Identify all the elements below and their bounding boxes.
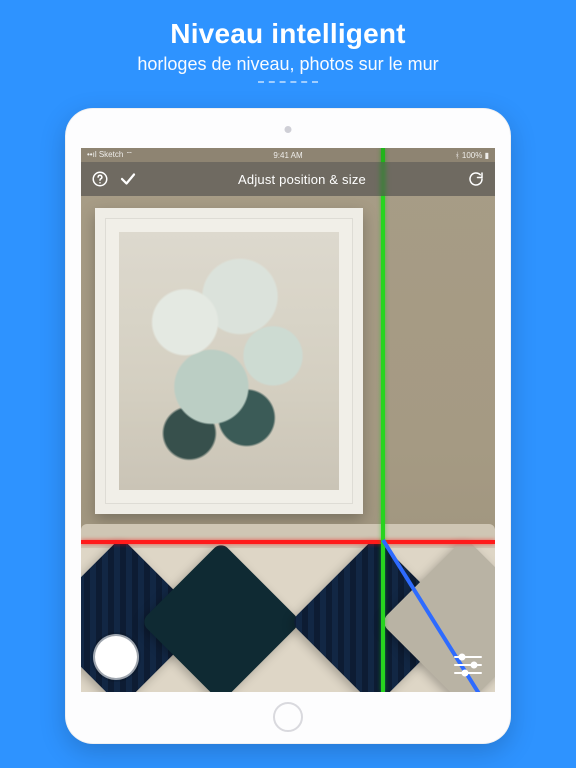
signal-icon: ••ıl — [87, 150, 97, 159]
promo-subtitle: horloges de niveau, photos sur le mur — [0, 54, 576, 75]
device-camera-dot — [285, 126, 292, 133]
sliders-icon[interactable] — [453, 652, 483, 678]
ipad-frame: ••ıl Sketch ⌔ 9:41 AM ᚼ 100% ▮ — [65, 108, 511, 744]
app-screen: ••ıl Sketch ⌔ 9:41 AM ᚼ 100% ▮ — [81, 148, 495, 692]
promo-title: Niveau intelligent — [0, 18, 576, 50]
battery-text: 100% — [462, 151, 482, 160]
clock: 9:41 AM — [273, 151, 302, 160]
camera-scene[interactable] — [81, 148, 495, 692]
status-right: ᚼ 100% ▮ — [455, 151, 489, 160]
app-bar: Adjust position & size — [81, 162, 495, 196]
help-icon[interactable] — [91, 170, 109, 188]
shutter-button[interactable] — [95, 636, 137, 678]
home-button[interactable] — [273, 702, 303, 732]
appbar-title: Adjust position & size — [238, 172, 366, 187]
decorative-dashes — [258, 81, 318, 91]
level-line-horizontal — [81, 540, 495, 544]
bluetooth-icon: ᚼ — [455, 151, 460, 160]
wifi-icon: ⌔ — [126, 150, 134, 160]
painting-art — [119, 232, 339, 490]
headline: Niveau intelligent horloges de niveau, p… — [0, 18, 576, 96]
wall-painting — [95, 208, 363, 514]
level-line-vertical — [381, 148, 385, 692]
refresh-icon[interactable] — [467, 170, 485, 188]
carrier-text: Sketch — [99, 150, 123, 159]
check-icon[interactable] — [119, 170, 137, 188]
promo-stage: Niveau intelligent horloges de niveau, p… — [0, 0, 576, 768]
status-bar: ••ıl Sketch ⌔ 9:41 AM ᚼ 100% ▮ — [81, 148, 495, 162]
carrier-label: ••ıl Sketch ⌔ — [87, 150, 133, 160]
battery-icon: ▮ — [485, 151, 489, 160]
